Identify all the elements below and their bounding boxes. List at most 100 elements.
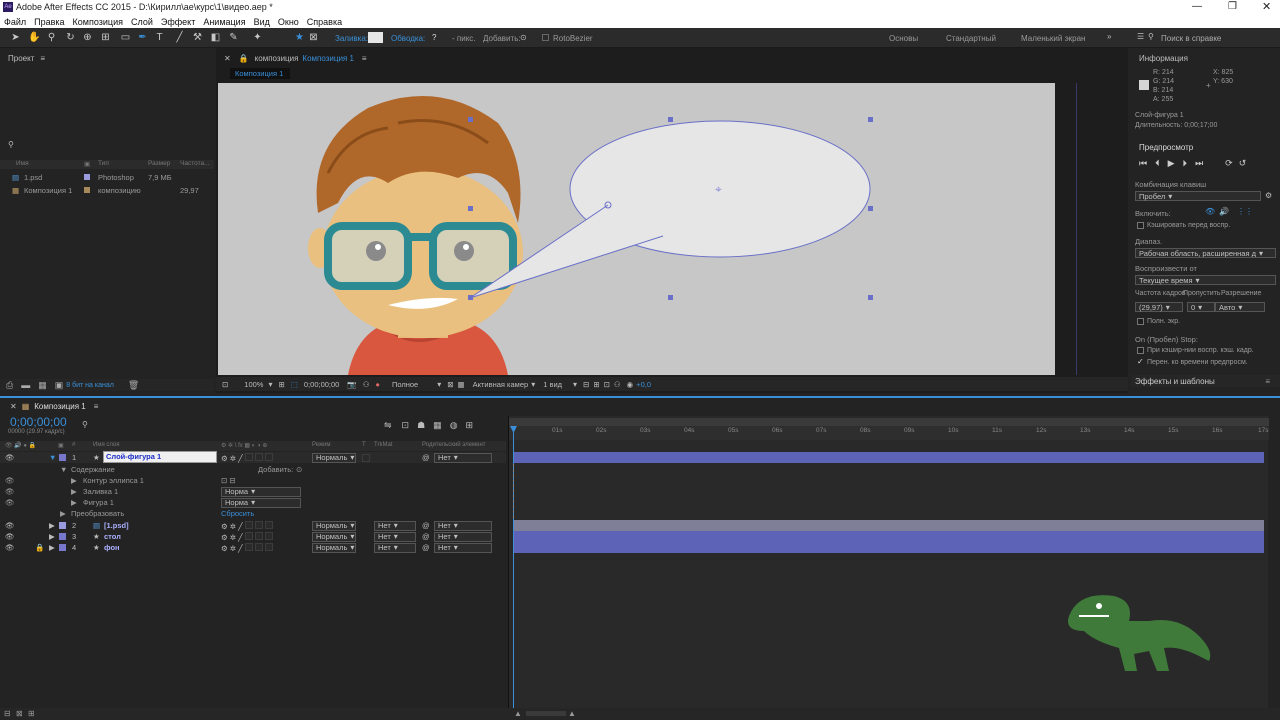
menu-effect[interactable]: Эффект bbox=[161, 17, 195, 27]
fill-label[interactable]: Заливка: bbox=[335, 34, 368, 43]
menu-view[interactable]: Вид bbox=[254, 17, 270, 27]
menu-help[interactable]: Справка bbox=[307, 17, 342, 27]
timeline-tab[interactable]: Композиция 1 bbox=[34, 402, 86, 411]
bpc-label[interactable]: 8 бит на канал bbox=[66, 382, 114, 389]
exposure-icon[interactable]: ◉ bbox=[627, 380, 634, 389]
reset-icon[interactable]: ↺ bbox=[1239, 158, 1247, 169]
eye-icon[interactable]: 👁 bbox=[5, 498, 15, 507]
stroke-label[interactable]: Обводка: bbox=[391, 34, 425, 43]
workspace-standard[interactable]: Стандартный bbox=[946, 34, 996, 43]
show-snapshot-icon[interactable]: ⚇ bbox=[363, 380, 370, 389]
menu-layer[interactable]: Слой bbox=[131, 17, 153, 27]
snapping-toggle-icon[interactable]: ⊠ bbox=[308, 32, 319, 43]
move-time-checkmark-icon[interactable]: ✓ bbox=[1137, 357, 1144, 366]
fill-mode-dropdown[interactable]: Норма bbox=[221, 486, 301, 497]
toggle-modes-icon[interactable]: ⊠ bbox=[16, 709, 23, 718]
layer-name-input[interactable]: Слой-фигура 1 bbox=[103, 451, 217, 463]
exposure-value[interactable]: +0,0 bbox=[636, 380, 651, 389]
mode-dropdown[interactable]: Нормаль bbox=[312, 452, 356, 463]
parent-dropdown[interactable]: Нет bbox=[434, 452, 492, 463]
roi-icon[interactable]: ⬚ bbox=[291, 380, 298, 389]
col-rate[interactable]: Частота... bbox=[180, 160, 210, 167]
rotate-tool-icon[interactable]: ↻ bbox=[65, 32, 76, 43]
graph-editor-icon[interactable]: ⊞ bbox=[466, 420, 474, 431]
expand-triangle-icon[interactable]: ▼ bbox=[60, 465, 67, 474]
3d-renderer-icon[interactable]: ⊞ bbox=[593, 380, 599, 389]
shy-icon[interactable]: ☗ bbox=[417, 420, 425, 431]
overlay-toggle-icon[interactable]: ⋮⋮ bbox=[1237, 207, 1253, 216]
current-time[interactable]: 0;00;00;00 bbox=[304, 380, 339, 389]
add-circle-icon[interactable]: ⊙ bbox=[520, 33, 527, 42]
menu-animation[interactable]: Анимация bbox=[203, 17, 245, 27]
comp-subtab[interactable]: Композиция 1 bbox=[230, 68, 290, 79]
views-dropdown-icon[interactable] bbox=[570, 380, 577, 389]
camera-tool-icon[interactable]: ⊕ bbox=[82, 32, 93, 43]
table-row[interactable]: 👁 ▶ 2 ▤ [1.psd] ⚙ ✲ ╱ Нормаль Нет @ Нет bbox=[0, 520, 506, 531]
lock-icon[interactable]: 🔒 bbox=[239, 54, 249, 63]
views-menu[interactable]: 1 вид bbox=[543, 380, 562, 389]
shape-mode-dropdown[interactable]: Норма bbox=[221, 497, 301, 508]
frame-blending-icon[interactable]: ▦ bbox=[433, 420, 442, 431]
hand-tool-icon[interactable]: ✋ bbox=[28, 32, 40, 43]
close-button[interactable]: ✕ bbox=[1262, 0, 1271, 13]
last-frame-icon[interactable]: ⏭ bbox=[1195, 158, 1203, 169]
play-icon[interactable]: ▶ bbox=[1168, 158, 1175, 169]
eye-icon[interactable]: 👁 bbox=[5, 543, 15, 552]
close-tab-icon[interactable]: ✕ bbox=[224, 54, 231, 63]
brush-tool-icon[interactable]: ╱ bbox=[174, 32, 185, 43]
collapse-triangle-icon[interactable]: ▶ bbox=[71, 498, 77, 507]
transform-row[interactable]: ▶ Преобразовать Сбросить bbox=[0, 508, 506, 519]
contents-row[interactable]: ▼ Содержание Добавить: ⊙ bbox=[0, 464, 506, 475]
cache-checkbox[interactable] bbox=[1137, 222, 1144, 229]
selection-tool-icon[interactable]: ➤ bbox=[10, 32, 21, 43]
time-ruler[interactable]: 01s 02s 03s 04s 05s 06s 07s 08s 09s 10s … bbox=[509, 426, 1269, 440]
eye-icon[interactable]: 👁 bbox=[5, 453, 15, 462]
collapse-triangle-icon[interactable]: ▶ bbox=[49, 532, 55, 541]
lock-icon[interactable]: 🔒 bbox=[35, 543, 44, 552]
framerate-dropdown[interactable]: (29,97) bbox=[1135, 302, 1183, 312]
eye-icon[interactable]: 👁 bbox=[5, 532, 15, 541]
help-search-input[interactable]: Поиск в справке bbox=[1161, 34, 1221, 43]
shortcut-dropdown[interactable]: Пробел bbox=[1135, 191, 1261, 201]
layer-duration-bar[interactable] bbox=[514, 452, 1264, 463]
flowchart-icon[interactable]: ⚇ bbox=[614, 380, 621, 389]
comp-mini-flowchart-icon[interactable]: ⇋ bbox=[384, 420, 392, 431]
parent-dropdown[interactable]: Нет bbox=[434, 542, 492, 553]
motion-blur-icon[interactable]: ◍ bbox=[450, 420, 458, 431]
interpret-footage-icon[interactable]: ⎙ bbox=[6, 380, 13, 391]
menu-composition[interactable]: Композиция bbox=[73, 17, 123, 27]
comp-tab-name[interactable]: Композиция 1 bbox=[302, 54, 354, 63]
zoom-dropdown-icon[interactable] bbox=[265, 380, 272, 389]
project-panel-title[interactable]: Проект bbox=[8, 54, 34, 63]
search-icon[interactable]: ⚲ bbox=[1148, 32, 1154, 41]
loop-icon[interactable]: ⟳ bbox=[1225, 158, 1233, 169]
layer-name[interactable]: стол bbox=[104, 532, 121, 541]
workspace-more-icon[interactable]: » bbox=[1107, 32, 1111, 41]
zoom-slider[interactable] bbox=[526, 711, 566, 716]
parent-dropdown[interactable]: Нет bbox=[434, 520, 492, 531]
pickwhip-icon[interactable]: @ bbox=[422, 521, 430, 530]
panel-menu-icon[interactable]: ≡ bbox=[1265, 377, 1270, 386]
skip-dropdown[interactable]: 0 bbox=[1187, 302, 1215, 312]
collapse-triangle-icon[interactable]: ▶ bbox=[49, 543, 55, 552]
collapse-triangle-icon[interactable]: ▶ bbox=[60, 509, 66, 518]
toggle-in-out-icon[interactable]: ⊞ bbox=[28, 709, 35, 718]
list-item[interactable]: ▤ 1.psd Photoshop 7,9 МБ bbox=[0, 172, 214, 183]
toggle-pixel-aspect-icon[interactable]: ⊟ bbox=[583, 380, 589, 389]
type-tool-icon[interactable]: T bbox=[154, 32, 165, 43]
panel-menu-icon[interactable]: ≡ bbox=[362, 54, 367, 63]
resolution-dropdown-icon[interactable] bbox=[434, 380, 441, 389]
expand-triangle-icon[interactable]: ▼ bbox=[49, 453, 56, 462]
switch-icons[interactable]: ⚙ ✲ ╱ bbox=[221, 531, 275, 542]
layer-duration-bar[interactable] bbox=[514, 542, 1264, 553]
collapse-triangle-icon[interactable]: ▶ bbox=[49, 521, 55, 530]
speech-bubble-shape[interactable]: ⌖ bbox=[469, 120, 871, 299]
panel-menu-icon[interactable]: ≡ bbox=[40, 54, 45, 63]
add-content-label[interactable]: Добавить: bbox=[258, 465, 293, 474]
menu-window[interactable]: Окно bbox=[278, 17, 299, 27]
zoom-menu[interactable]: 100% bbox=[244, 380, 263, 389]
pickwhip-icon[interactable]: @ bbox=[422, 543, 430, 552]
cache-frames-checkbox[interactable] bbox=[1137, 347, 1144, 354]
panel-menu-icon[interactable]: ≡ bbox=[94, 402, 99, 411]
trkmat-dropdown[interactable]: Нет bbox=[374, 520, 416, 531]
